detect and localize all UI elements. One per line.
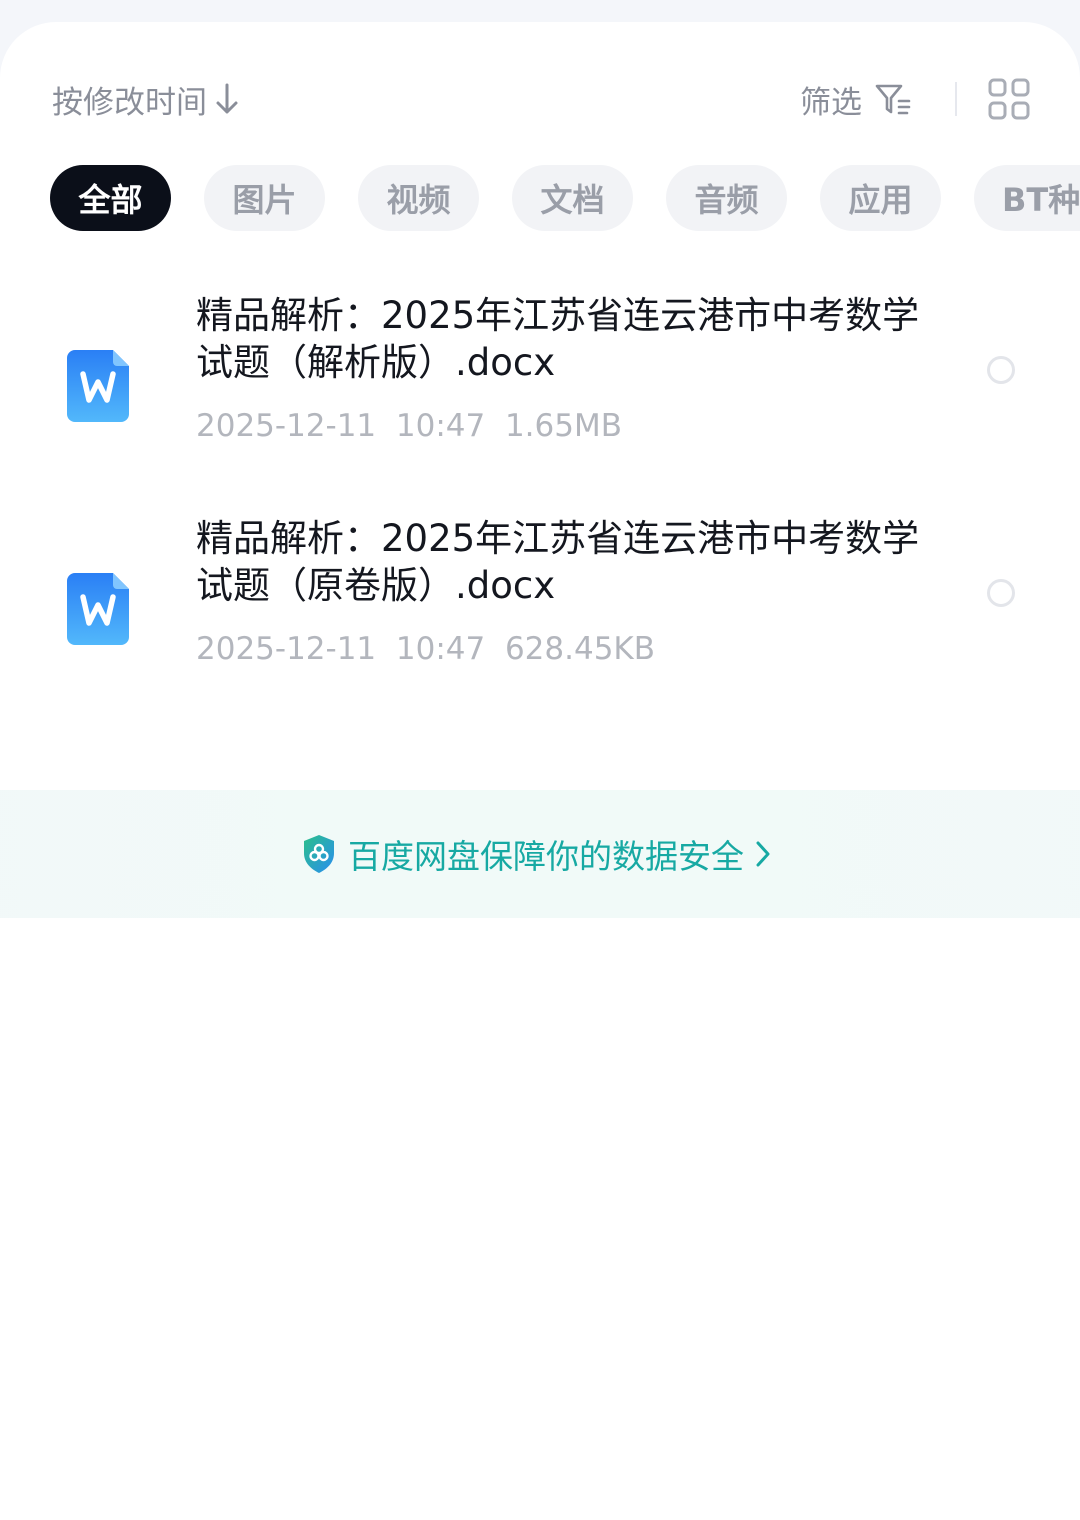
shield-icon	[304, 835, 334, 873]
file-list-item[interactable]: 精品解析：2025年江苏省连云港市中考数学试题（解析版）.docx 2025-1…	[0, 292, 1080, 462]
chevron-right-icon	[756, 841, 770, 867]
file-list-sheet: 按修改时间 筛选 全部 图片 视频 文档 音频 应用 BT种 精品解析：2025…	[0, 22, 1080, 1520]
sort-label: 按修改时间	[52, 84, 207, 121]
security-banner-text: 百度网盘保障你的数据安全	[348, 837, 744, 876]
security-info-link[interactable]: 百度网盘保障你的数据安全	[302, 826, 772, 882]
security-banner: 百度网盘保障你的数据安全	[0, 790, 1080, 918]
filter-icon	[875, 84, 911, 115]
file-list-item[interactable]: 精品解析：2025年江苏省连云港市中考数学试题（原卷版）.docx 2025-1…	[0, 515, 1080, 685]
tab-images[interactable]: 图片	[204, 165, 325, 231]
word-doc-icon	[67, 350, 129, 422]
tab-videos[interactable]: 视频	[358, 165, 479, 231]
file-name: 精品解析：2025年江苏省连云港市中考数学试题（原卷版）.docx	[196, 517, 920, 607]
select-checkbox[interactable]	[987, 356, 1015, 384]
tab-bt-torrents[interactable]: BT种	[974, 165, 1080, 231]
toolbar-divider	[955, 82, 957, 116]
file-meta: 2025-12-11 10:47 628.45KB	[196, 631, 656, 667]
word-doc-icon	[67, 573, 129, 645]
toolbar: 按修改时间 筛选	[0, 72, 1080, 126]
tab-apps[interactable]: 应用	[820, 165, 941, 231]
filter-button[interactable]: 筛选	[800, 72, 912, 126]
grid-view-icon[interactable]	[988, 78, 1030, 120]
filter-label: 筛选	[800, 84, 862, 121]
sort-button[interactable]: 按修改时间	[52, 72, 239, 126]
select-checkbox[interactable]	[987, 579, 1015, 607]
file-name: 精品解析：2025年江苏省连云港市中考数学试题（解析版）.docx	[196, 294, 920, 384]
category-tabs: 全部 图片 视频 文档 音频 应用 BT种	[50, 165, 1080, 231]
tab-all[interactable]: 全部	[50, 165, 171, 231]
file-meta: 2025-12-11 10:47 1.65MB	[196, 408, 622, 444]
arrow-down-icon	[216, 83, 238, 114]
tab-audio[interactable]: 音频	[666, 165, 787, 231]
tab-documents[interactable]: 文档	[512, 165, 633, 231]
